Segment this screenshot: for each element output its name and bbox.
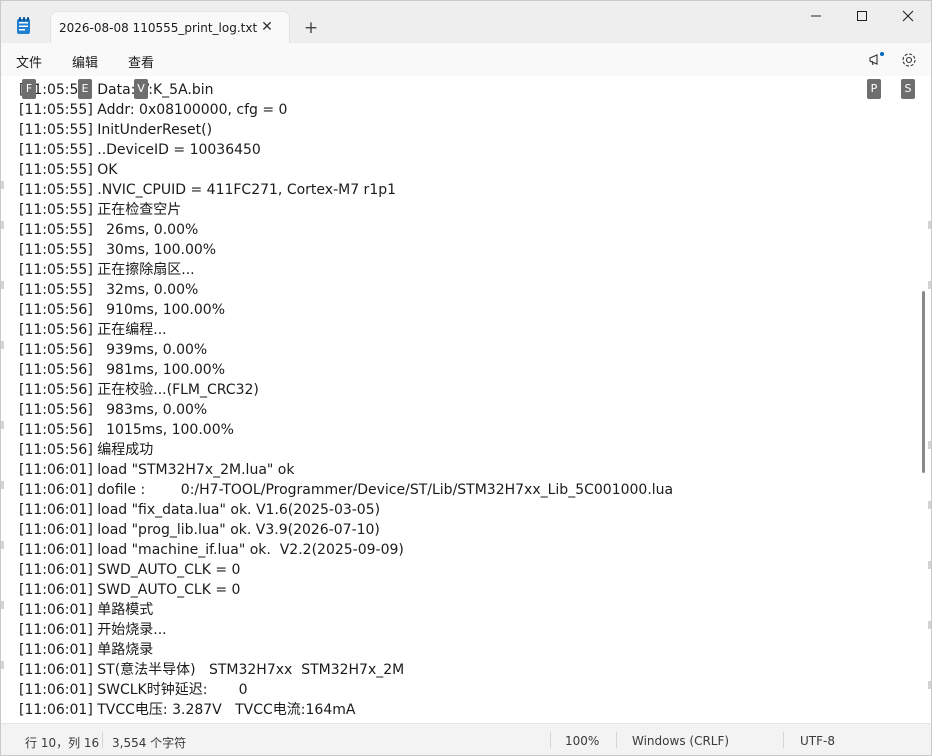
notepad-app-icon [17, 17, 30, 34]
status-divider [550, 732, 551, 748]
text-editor[interactable]: [11:05:55] Data: V:K_5A.bin [11:05:55] Ad… [1, 76, 931, 723]
keytip-file: F [22, 79, 36, 99]
settings-gear-icon[interactable] [900, 51, 918, 69]
maximize-button[interactable] [839, 1, 885, 31]
status-encoding[interactable]: UTF-8 [800, 734, 835, 748]
left-gutter-marks [1, 76, 5, 723]
text-line: [11:06:01] dofile : 0:/H7-TOOL/Programme… [19, 482, 674, 498]
maximize-icon [857, 11, 867, 21]
keytip-edit: E [78, 79, 92, 99]
tab-title: 2026-08-08 110555_print_log.txt [59, 21, 258, 35]
close-icon [902, 10, 914, 22]
text-line: [11:05:55] 26ms, 0.00% [19, 222, 199, 238]
status-divider [616, 732, 617, 748]
text-line: [11:05:56] 981ms, 100.00% [19, 362, 225, 378]
close-button[interactable] [885, 1, 931, 31]
copilot-announce-icon[interactable] [867, 51, 885, 69]
status-divider [102, 732, 103, 748]
text-line: [11:06:01] 开始烧录... [19, 622, 167, 638]
text-line: [11:06:01] SWD_AUTO_CLK = 0 [19, 582, 241, 598]
text-line: [11:05:55] Addr: 0x08100000, cfg = 0 [19, 102, 288, 118]
keytip-settings: S [901, 79, 915, 99]
vertical-scrollbar-thumb[interactable] [922, 291, 925, 473]
status-zoom[interactable]: 100% [565, 734, 599, 748]
menu-edit[interactable]: 编辑 [72, 52, 98, 71]
text-line: [11:05:55] ..DeviceID = 10036450 [19, 142, 261, 158]
text-line: [11:06:01] load "prog_lib.lua" ok. V3.9(… [19, 522, 380, 538]
tab-document[interactable]: 2026-08-08 110555_print_log.txt ✕ [50, 11, 290, 44]
minimize-icon [811, 15, 821, 17]
menu-bar: 文件 编辑 查看 [1, 43, 931, 76]
menu-file[interactable]: 文件 [16, 52, 42, 71]
text-line: [11:05:56] 正在编程... [19, 322, 167, 338]
status-char-count: 3,554 个字符 [112, 736, 187, 750]
text-line: [11:05:55] .NVIC_CPUID = 411FC271, Corte… [19, 182, 397, 198]
text-line: [11:06:01] load "fix_data.lua" ok. V1.6(… [19, 502, 381, 518]
keytip-copilot: P [867, 79, 881, 99]
menu-view[interactable]: 查看 [128, 52, 154, 71]
text-line: [11:06:01] load "machine_if.lua" ok. V2.… [19, 542, 404, 558]
text-line: [11:05:55] 正在检查空片 [19, 202, 182, 218]
text-line: [11:05:56] 910ms, 100.00% [19, 302, 225, 318]
text-line: [11:05:56] 编程成功 [19, 442, 154, 458]
text-line: [11:05:55] Data: V:K_5A.bin [19, 82, 214, 98]
text-line: [11:05:55] OK [19, 162, 118, 178]
status-divider [783, 732, 784, 748]
text-line: [11:05:55] 正在擦除扇区... [19, 262, 195, 278]
text-line: [11:05:56] 939ms, 0.00% [19, 342, 208, 358]
text-line: [11:06:01] SWCLK时钟延迟: 0 [19, 682, 248, 698]
text-line: [11:06:01] 单路烧录 [19, 642, 154, 658]
text-line: [11:06:01] ST(意法半导体) STM32H7xx STM32H7x_… [19, 662, 405, 678]
text-line: [11:06:01] load "STM32H7x_2M.lua" ok [19, 462, 295, 478]
text-content: [11:05:55] Data: V:K_5A.bin [11:05:55] Ad… [19, 80, 673, 720]
text-line: [11:06:01] 单路模式 [19, 602, 154, 618]
minimize-button[interactable] [793, 1, 839, 31]
text-line: [11:05:56] 1015ms, 100.00% [19, 422, 234, 438]
title-bar[interactable]: 2026-08-08 110555_print_log.txt ✕ + [1, 1, 931, 44]
new-tab-button[interactable]: + [301, 17, 321, 39]
keytip-view: V [134, 79, 148, 99]
text-line: [11:05:55] 30ms, 100.00% [19, 242, 217, 258]
text-line: [11:05:56] 983ms, 0.00% [19, 402, 208, 418]
status-line-ending[interactable]: Windows (CRLF) [632, 734, 729, 748]
text-line: [11:06:01] SWD_AUTO_CLK = 0 [19, 562, 241, 578]
notepad-window: 2026-08-08 110555_print_log.txt ✕ + 文件 编… [0, 0, 932, 756]
text-line: [11:05:56] 正在校验...(FLM_CRC32) [19, 382, 259, 398]
text-line: [11:05:55] 32ms, 0.00% [19, 282, 199, 298]
status-bar: 行 10，列 16 3,554 个字符 100% Windows (CRLF) … [1, 723, 931, 755]
tab-close-icon[interactable]: ✕ [259, 18, 275, 36]
status-cursor-position[interactable]: 行 10，列 16 [25, 734, 99, 751]
text-line: [11:06:01] TVCC电压: 3.287V TVCC电流:164mA [19, 702, 356, 718]
right-gutter-marks [927, 76, 931, 723]
text-line: [11:05:55] InitUnderReset() [19, 122, 213, 138]
